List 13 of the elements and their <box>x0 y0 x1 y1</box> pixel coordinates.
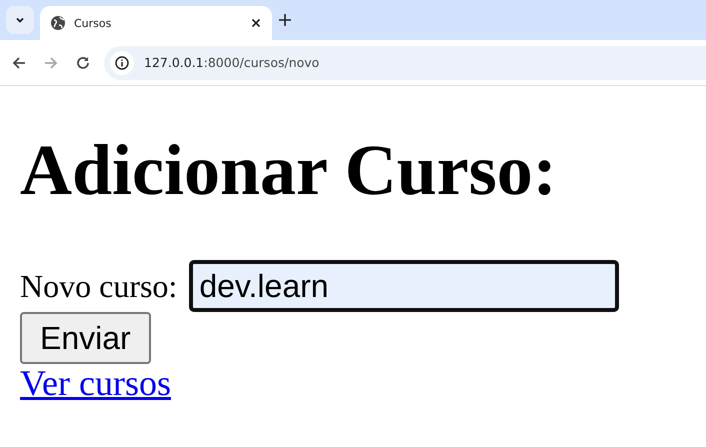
tab-title: Cursos <box>74 16 112 30</box>
submit-button[interactable]: Enviar <box>20 312 151 364</box>
close-icon[interactable] <box>250 17 262 29</box>
field-label: Novo curso: <box>20 268 178 304</box>
course-input-field[interactable]: dev.learn <box>189 260 620 312</box>
courses-link[interactable]: Ver cursos <box>20 364 171 404</box>
info-icon[interactable] <box>115 56 129 70</box>
page-heading: Adicionar Curso: <box>20 134 557 206</box>
address-bar[interactable]: 127.0.0.1:8000/cursos/novo <box>104 46 706 80</box>
url-text: 127.0.0.1:8000/cursos/novo <box>144 55 320 70</box>
browser-tab[interactable]: Cursos <box>40 6 272 40</box>
plus-icon[interactable] <box>278 13 292 27</box>
globe-icon[interactable] <box>50 15 66 31</box>
